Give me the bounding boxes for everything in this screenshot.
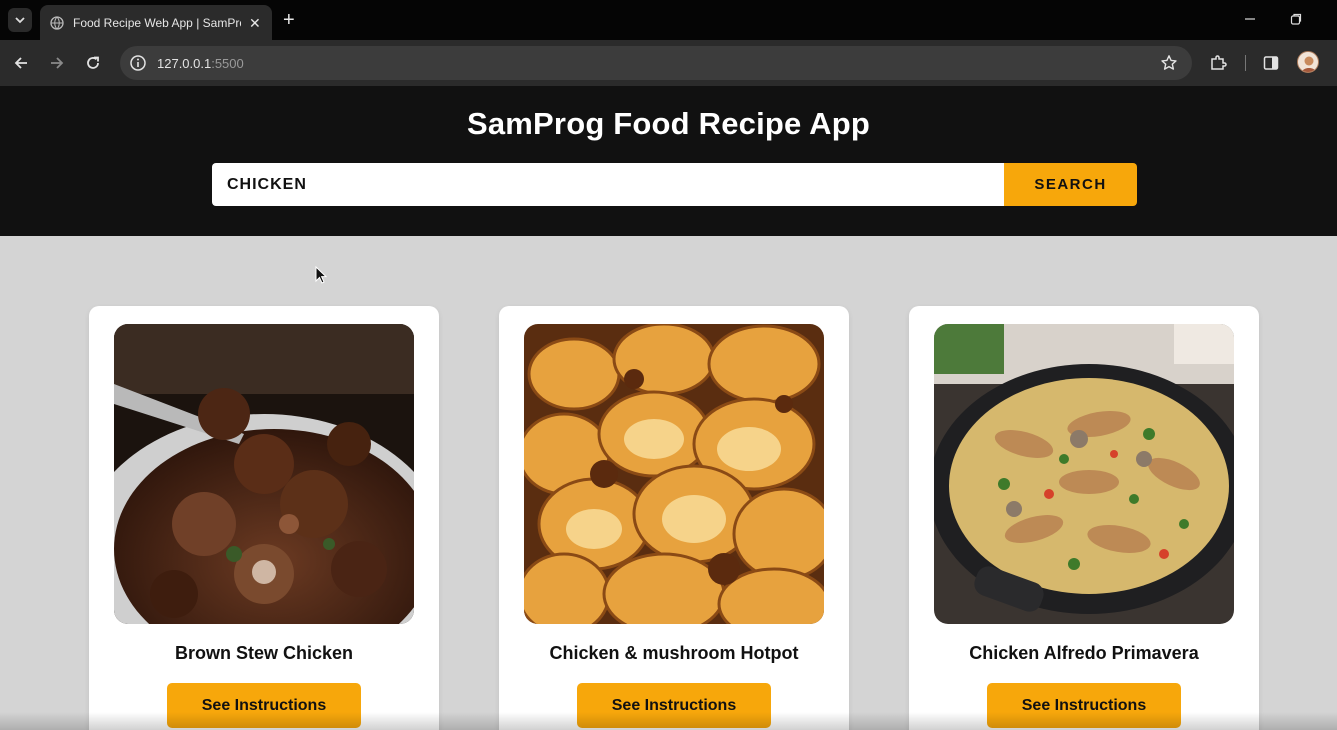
see-instructions-button[interactable]: See Instructions (167, 683, 361, 728)
bookmark-star-icon[interactable] (1160, 54, 1178, 72)
page-title: SamProg Food Recipe App (466, 106, 871, 141)
recipe-card: Chicken Alfredo Primavera See Instructio… (909, 306, 1259, 730)
extensions-icon[interactable] (1207, 52, 1229, 74)
new-tab-icon[interactable]: + (283, 10, 295, 30)
url-port: :5500 (211, 56, 244, 71)
browser-tab[interactable]: Food Recipe Web App | SamProg ✕ (40, 5, 272, 40)
recipe-name: Chicken & mushroom Hotpot (549, 643, 799, 663)
minimize-icon[interactable] (1243, 12, 1257, 26)
globe-icon (50, 15, 64, 30)
browser-tab-bar: Food Recipe Web App | SamProg ✕ + (0, 0, 1337, 40)
address-bar[interactable]: 127.0.0.1:5500 (120, 46, 1192, 80)
recipe-image[interactable] (934, 324, 1234, 624)
profile-avatar[interactable] (1297, 51, 1319, 73)
back-icon[interactable] (10, 52, 32, 74)
search-button[interactable]: SEARCH (1004, 163, 1137, 206)
chevron-down-icon (15, 17, 25, 24)
url-host: 127.0.0.1 (157, 56, 212, 71)
recipe-image[interactable] (114, 324, 414, 624)
recipe-name: Chicken Alfredo Primavera (969, 643, 1199, 663)
forward-icon[interactable] (46, 52, 68, 74)
reload-icon[interactable] (82, 52, 104, 74)
recipe-name: Brown Stew Chicken (174, 643, 354, 663)
mouse-cursor-icon (315, 266, 327, 284)
recipe-card: Chicken & mushroom Hotpot See Instructio… (499, 306, 849, 730)
browser-toolbar: 127.0.0.1:5500 (0, 40, 1337, 86)
search-input[interactable] (212, 163, 1005, 206)
see-instructions-button[interactable]: See Instructions (577, 683, 771, 728)
tab-title: Food Recipe Web App | SamProg (73, 15, 241, 30)
toolbar-divider (1245, 55, 1246, 71)
recipe-card: Brown Stew Chicken See Instructions (89, 306, 439, 730)
close-tab-icon[interactable]: ✕ (249, 16, 261, 30)
see-instructions-button[interactable]: See Instructions (987, 683, 1181, 728)
restore-icon[interactable] (1289, 12, 1303, 26)
recipe-image[interactable] (524, 324, 824, 624)
app-header: SamProg Food Recipe App SEARCH (0, 86, 1337, 236)
info-icon[interactable] (129, 54, 147, 72)
tab-search-button[interactable] (8, 8, 32, 32)
side-panel-icon[interactable] (1260, 52, 1282, 74)
url-text: 127.0.0.1:5500 (157, 56, 244, 71)
